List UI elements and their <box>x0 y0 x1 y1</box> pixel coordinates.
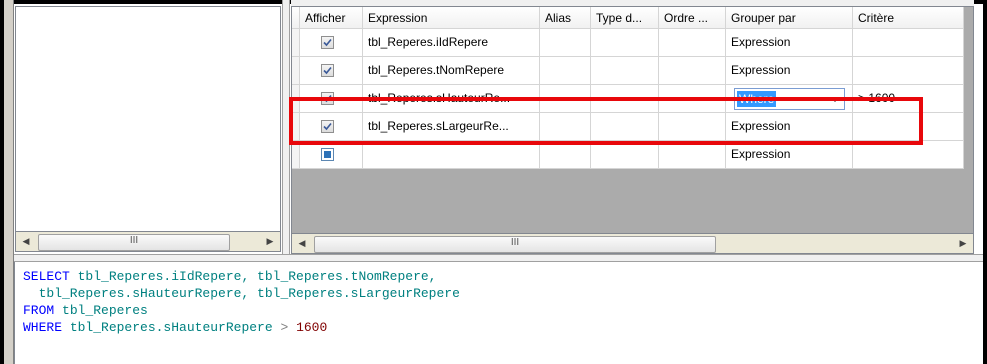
scroll-right-arrow-icon[interactable]: ▶ <box>262 234 278 249</box>
order-cell[interactable] <box>659 57 726 85</box>
column-header-expression[interactable]: Expression <box>363 7 540 29</box>
show-cell[interactable] <box>300 141 363 169</box>
type-cell[interactable] <box>591 141 659 169</box>
sql-text: tbl_Reperes <box>54 303 148 318</box>
scroll-thumb[interactable]: III <box>38 234 230 251</box>
sql-line: FROM tbl_Reperes <box>23 302 983 319</box>
row-header[interactable] <box>292 29 300 57</box>
grid-row[interactable]: tbl_Reperes.tNomRepere Expression <box>292 57 964 85</box>
column-header-order[interactable]: Ordre ... <box>659 7 726 29</box>
sql-keyword: WHERE <box>23 320 63 335</box>
column-header-group-by[interactable]: Grouper par <box>726 7 853 29</box>
criteria-cell[interactable] <box>853 57 964 85</box>
column-header-show[interactable]: Afficher <box>300 7 363 29</box>
tables-diagram-pane[interactable] <box>15 6 281 232</box>
expression-cell[interactable]: tbl_Reperes.iIdRepere <box>363 29 540 57</box>
window-side-strip <box>4 0 14 364</box>
group-by-cell[interactable]: Expression <box>726 29 853 57</box>
scroll-right-arrow-icon[interactable]: ▶ <box>955 236 971 251</box>
group-by-cell[interactable]: Expression <box>726 57 853 85</box>
sql-number: 1600 <box>288 320 328 335</box>
expression-cell[interactable]: tbl_Reperes.tNomRepere <box>363 57 540 85</box>
criteria-cell[interactable] <box>853 141 964 169</box>
window-frame-right <box>983 0 987 364</box>
group-by-cell[interactable]: Expression <box>726 141 853 169</box>
sql-keyword: SELECT <box>23 269 70 284</box>
column-header-alias[interactable]: Alias <box>540 7 591 29</box>
expression-cell[interactable] <box>363 141 540 169</box>
show-checkbox[interactable] <box>321 36 334 49</box>
tables-pane-horizontal-scrollbar[interactable]: ◀ III ▶ <box>15 232 281 252</box>
row-header[interactable] <box>292 141 300 169</box>
column-header-type[interactable]: Type d... <box>591 7 659 29</box>
sql-pane-splitter[interactable] <box>14 254 983 262</box>
sql-text: tbl_Reperes.sHauteurRepere <box>62 320 281 335</box>
show-cell[interactable] <box>300 29 363 57</box>
show-cell[interactable] <box>300 57 363 85</box>
alias-cell[interactable] <box>540 57 591 85</box>
order-cell[interactable] <box>659 141 726 169</box>
grid-horizontal-scrollbar[interactable]: ◀ III ▶ <box>291 234 974 254</box>
type-cell[interactable] <box>591 57 659 85</box>
grid-row[interactable]: tbl_Reperes.iIdRepere Expression <box>292 29 964 57</box>
scroll-left-arrow-icon[interactable]: ◀ <box>294 236 310 251</box>
show-checkbox[interactable] <box>321 64 334 77</box>
type-cell[interactable] <box>591 29 659 57</box>
sql-line: WHERE tbl_Reperes.sHauteurRepere > 1600 <box>23 319 983 336</box>
sql-keyword: FROM <box>23 303 55 318</box>
row-header-corner <box>292 7 300 29</box>
criteria-cell[interactable] <box>853 29 964 57</box>
sql-text-pane[interactable]: SELECT tbl_Reperes.iIdRepere, tbl_Repere… <box>14 262 983 364</box>
sql-text: tbl_Reperes.sHauteurRepere, tbl_Reperes.… <box>23 286 460 301</box>
scroll-left-arrow-icon[interactable]: ◀ <box>18 234 34 249</box>
scroll-thumb[interactable]: III <box>314 236 716 253</box>
sql-text: tbl_Reperes.iIdRepere, tbl_Reperes.tNomR… <box>69 269 437 284</box>
alias-cell[interactable] <box>540 141 591 169</box>
show-checkbox-indeterminate[interactable] <box>321 148 334 161</box>
column-header-criteria[interactable]: Critère <box>853 7 964 29</box>
order-cell[interactable] <box>659 29 726 57</box>
sql-line: tbl_Reperes.sHauteurRepere, tbl_Reperes.… <box>23 285 983 302</box>
highlight-box <box>289 97 923 145</box>
alias-cell[interactable] <box>540 29 591 57</box>
sql-line: SELECT tbl_Reperes.iIdRepere, tbl_Repere… <box>23 268 983 285</box>
grid-row-new[interactable]: Expression <box>292 141 964 169</box>
row-header[interactable] <box>292 57 300 85</box>
